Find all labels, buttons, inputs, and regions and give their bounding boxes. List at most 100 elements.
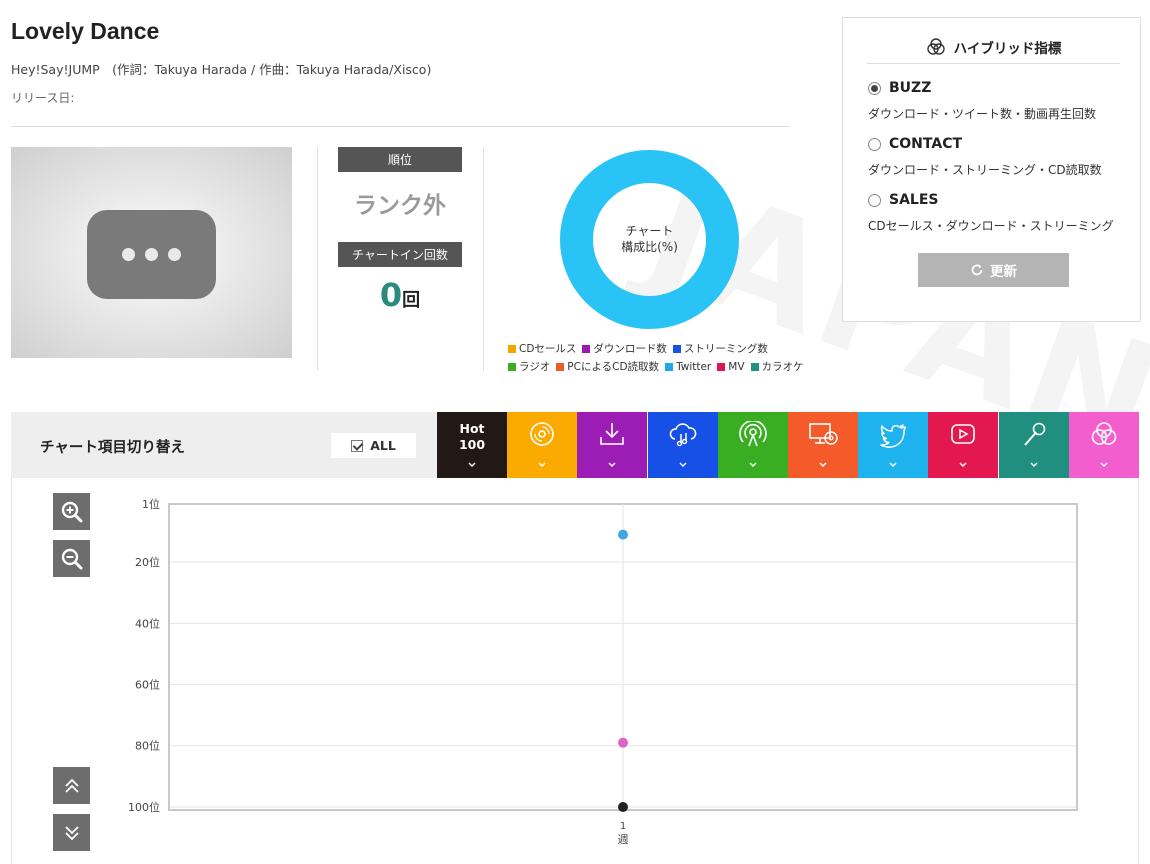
donut-center-label: チャート 構成比(%) xyxy=(560,223,739,255)
chevron-down-icon xyxy=(889,462,897,468)
radio-contact[interactable]: CONTACT xyxy=(868,136,962,152)
zoom-out-icon xyxy=(61,548,82,569)
legend-label: PCによるCD読取数 xyxy=(567,361,660,373)
category-tab-pc-cd[interactable] xyxy=(788,412,858,478)
chevron-down-icon xyxy=(819,462,827,468)
legend-item: ストリーミング数 xyxy=(672,341,768,356)
chevron-down-icon xyxy=(959,462,967,468)
legend-row-1: CDセールス ダウンロード数 ストリーミング数 xyxy=(508,341,768,356)
legend-swatch xyxy=(582,344,591,353)
legend-label: カラオケ xyxy=(761,361,804,373)
hybrid-icon xyxy=(1091,422,1117,445)
double-chevron-down-icon xyxy=(64,825,79,840)
radio-label: SALES xyxy=(889,192,939,208)
hot100-label: Hot 100 xyxy=(459,421,485,453)
chart-area xyxy=(11,478,1139,864)
streaming-icon xyxy=(669,423,696,447)
karaoke-icon xyxy=(1023,422,1045,446)
legend-label: MV xyxy=(728,360,745,373)
release-date: リリース日: xyxy=(11,91,75,105)
jacket-image xyxy=(11,147,292,358)
legend-item: PCによるCD読取数 xyxy=(556,359,659,374)
radio-circle[interactable] xyxy=(868,137,881,151)
legend-label: ラジオ xyxy=(519,361,551,373)
hybrid-heading-text: ハイブリッド指標 xyxy=(953,40,1062,57)
zoom-in-button[interactable] xyxy=(53,493,90,530)
legend-label: CDセールス xyxy=(519,343,577,355)
radio-desc: ダウンロード・ツイート数・動画再生回数 xyxy=(868,107,1097,121)
scroll-up-button[interactable] xyxy=(53,767,90,804)
twitter-icon xyxy=(880,424,906,448)
cd-icon xyxy=(530,422,554,446)
radio-label: CONTACT xyxy=(889,136,963,152)
checkbox-icon[interactable] xyxy=(351,439,364,452)
legend-item: CDセールス xyxy=(508,341,576,356)
radio-desc: CDセールス・ダウンロード・ストリーミング xyxy=(868,219,1114,233)
mv-icon xyxy=(951,424,976,444)
divider xyxy=(317,147,318,371)
legend-item: ラジオ xyxy=(508,359,550,374)
radio-circle[interactable] xyxy=(868,81,881,95)
zoom-in-icon xyxy=(61,501,82,522)
chartin-count: 0回 xyxy=(338,276,462,314)
legend-swatch xyxy=(665,362,674,371)
hot100-line1: Hot xyxy=(459,421,485,436)
radio-desc: ダウンロード・ストリーミング・CD読取数 xyxy=(868,163,1102,177)
refresh-label: 更新 xyxy=(990,264,1017,280)
category-tab-twitter[interactable] xyxy=(858,412,929,478)
header-divider xyxy=(11,126,790,127)
category-tab-mv[interactable] xyxy=(928,412,999,478)
category-tab-streaming[interactable] xyxy=(647,412,718,478)
legend-swatch xyxy=(556,362,565,371)
category-tab-radio[interactable] xyxy=(717,412,788,478)
chevron-down-icon xyxy=(468,462,476,468)
legend-swatch xyxy=(717,362,726,371)
category-tab-download[interactable] xyxy=(577,412,648,478)
all-label: ALL xyxy=(370,438,396,453)
category-tab-karaoke[interactable] xyxy=(998,412,1069,478)
radio-buzz[interactable]: BUZZ xyxy=(868,80,931,96)
rank-label: 順位 xyxy=(338,147,462,172)
divider xyxy=(483,147,484,371)
scroll-down-button[interactable] xyxy=(53,814,90,851)
all-toggle-button[interactable]: ALL xyxy=(331,433,416,458)
artist-credits: Hey!Say!JUMP (作詞：Takuya Harada / 作曲：Taku… xyxy=(11,62,432,77)
legend-row-2: ラジオ PCによるCD読取数 Twitter MV カラオケ xyxy=(508,359,804,374)
chevron-down-icon xyxy=(1030,462,1038,468)
category-tab-cd[interactable] xyxy=(507,412,578,478)
hybrid-heading: ハイブリッド指標 xyxy=(867,30,1120,64)
radio-sales[interactable]: SALES xyxy=(868,192,939,208)
hot100-line2: 100 xyxy=(458,437,486,452)
radio-label: BUZZ xyxy=(889,80,932,96)
more-icon xyxy=(87,210,216,299)
donut-center-line1: チャート xyxy=(625,224,674,238)
switcher-title: チャート項目切り替え xyxy=(40,440,185,456)
legend-label: ストリーミング数 xyxy=(683,343,768,355)
download-icon xyxy=(600,423,625,445)
hybrid-panel: ハイブリッド指標 BUZZ ダウンロード・ツイート数・動画再生回数 CONTAC… xyxy=(842,17,1141,322)
song-title: Lovely Dance xyxy=(11,18,160,44)
pc-cd-icon xyxy=(809,423,838,445)
legend-swatch xyxy=(672,344,681,353)
chartin-label: チャートイン回数 xyxy=(338,242,462,267)
double-chevron-up-icon xyxy=(64,778,79,793)
refresh-button[interactable]: 更新 xyxy=(918,253,1069,287)
chevron-down-icon xyxy=(608,462,616,468)
rank-value: ランク外 xyxy=(354,193,446,219)
legend-label: Twitter xyxy=(676,360,712,373)
legend-item: MV xyxy=(717,359,745,374)
radio-circle[interactable] xyxy=(868,193,881,207)
category-tab-hot100[interactable]: Hot 100 xyxy=(437,412,507,478)
legend-label: ダウンロード数 xyxy=(593,343,667,355)
refresh-icon xyxy=(971,264,983,276)
category-tab-hybrid[interactable] xyxy=(1068,412,1139,478)
chartin-count-unit: 回 xyxy=(402,290,421,311)
legend-swatch xyxy=(508,362,516,371)
legend-item: カラオケ xyxy=(750,359,804,374)
legend-item: Twitter xyxy=(665,359,711,374)
chevron-down-icon xyxy=(749,462,757,468)
legend-item: ダウンロード数 xyxy=(582,341,667,356)
radio-icon xyxy=(739,421,767,447)
zoom-out-button[interactable] xyxy=(53,540,90,577)
chevron-down-icon xyxy=(538,462,546,468)
